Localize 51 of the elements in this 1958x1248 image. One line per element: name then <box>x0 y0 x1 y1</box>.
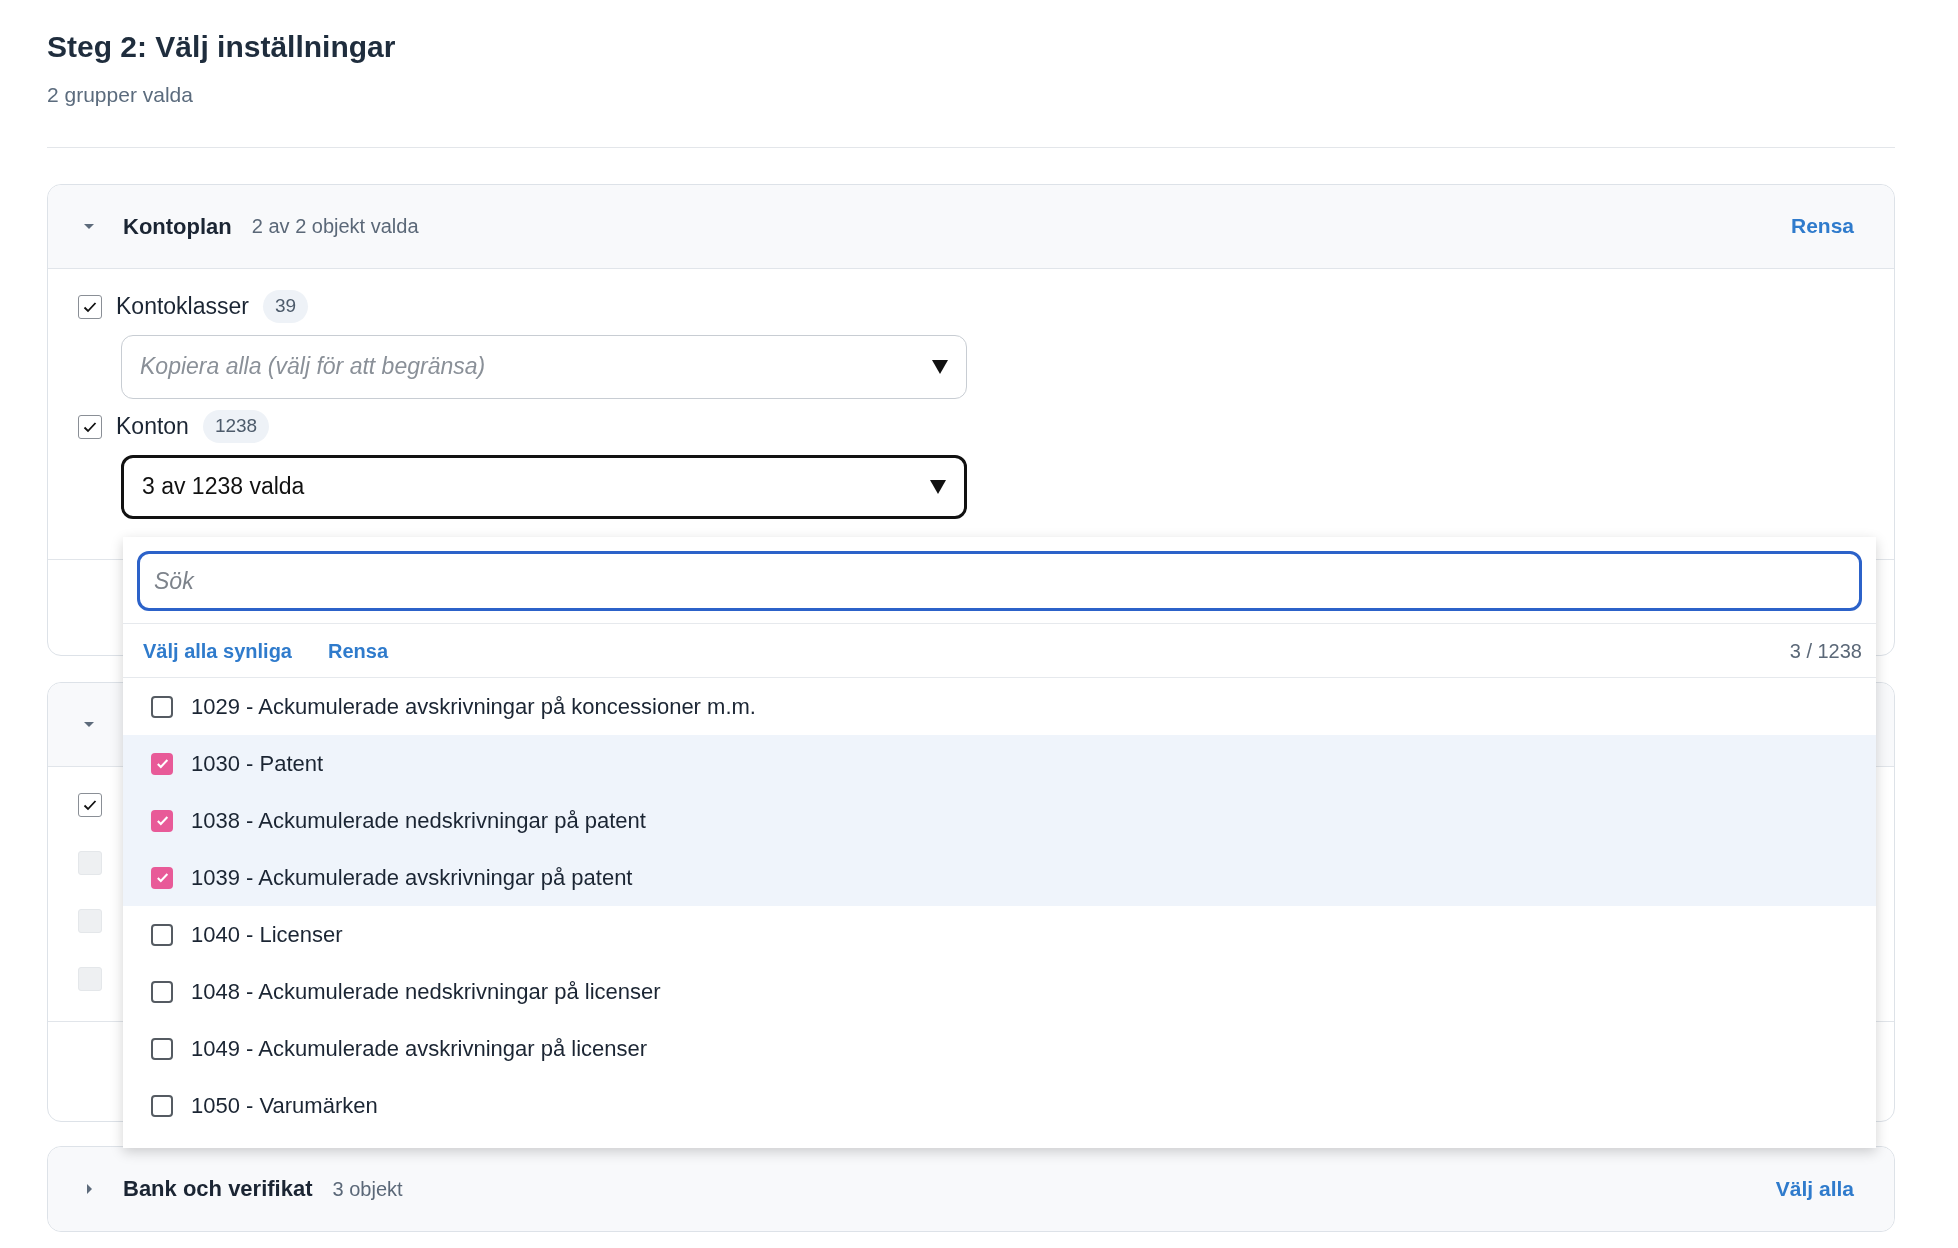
option-label: 1038 - Ackumulerade nedskrivningar på patent <box>191 807 646 835</box>
option-row[interactable]: 1029 - Ackumulerade avskrivningar på koncessioner m.m. <box>123 678 1876 735</box>
group-title: Bank och verifikat <box>123 1175 313 1203</box>
option-row[interactable]: 1049 - Ackumulerade avskrivningar på licenser <box>123 1020 1876 1077</box>
select-all-visible-link[interactable]: Välj alla synliga <box>143 635 292 666</box>
group-action-link[interactable]: Välj alla <box>1775 1172 1854 1205</box>
group-title: Kontoplan <box>123 212 232 241</box>
option-label: 1030 - Patent <box>191 750 324 778</box>
option-label: 1040 - Licenser <box>191 921 343 949</box>
checkbox[interactable] <box>151 695 173 718</box>
checkbox[interactable] <box>78 294 102 319</box>
option-label: 1050 - Varumärken <box>191 1092 378 1120</box>
group-summary: 3 objekt <box>332 1176 403 1202</box>
selection-counter: 3 / 1238 <box>1789 638 1862 664</box>
checkmark-icon <box>154 756 170 771</box>
checkbox[interactable] <box>78 414 102 439</box>
option-row[interactable]: 1040 - Licenser <box>123 906 1876 963</box>
option-row[interactable]: 1048 - Ackumulerade nedskrivningar på licenser <box>123 963 1876 1020</box>
checkbox[interactable] <box>151 923 173 946</box>
option-label: 1029 - Ackumulerade avskrivningar på koncessioner m.m. <box>191 693 756 721</box>
select-field[interactable]: 3 av 1238 valda <box>121 454 967 519</box>
option-row[interactable]: 1030 - Patent <box>123 735 1876 792</box>
checkbox[interactable] <box>151 980 173 1003</box>
checkbox[interactable] <box>151 866 173 889</box>
clear-link[interactable]: Rensa <box>327 635 388 666</box>
dropdown-triangle-icon <box>930 479 946 494</box>
option-label: 1049 - Ackumulerade avskrivningar på licenser <box>191 1035 648 1063</box>
checkbox[interactable] <box>151 1037 173 1060</box>
checkmark-icon <box>154 813 170 828</box>
checkbox[interactable] <box>151 752 173 775</box>
page-title: Steg 2: Välj inställningar <box>47 29 397 65</box>
group-header[interactable]: Kontoplan 2 av 2 objekt valda Rensa <box>48 184 1894 269</box>
dropdown-triangle-icon <box>932 359 948 374</box>
option-row[interactable]: 1050 - Varumärken <box>123 1077 1876 1134</box>
option-row[interactable]: 1038 - Ackumulerade nedskrivningar på patent <box>123 792 1876 849</box>
checkmark-icon <box>154 870 170 885</box>
checkbox[interactable] <box>78 792 102 817</box>
page-subtitle: 2 grupper valda <box>47 82 194 108</box>
checkbox[interactable] <box>151 809 173 832</box>
search-field[interactable]: Sök <box>137 551 1862 611</box>
option-label: Konton <box>116 412 189 442</box>
count-badge: 1238 <box>202 410 270 443</box>
group-action-link[interactable]: Rensa <box>1790 210 1854 242</box>
option-label: 1039 - Ackumulerade avskrivningar på patent <box>191 864 633 892</box>
group-header[interactable]: Bank och verifikat 3 objekt Välj alla <box>48 1146 1894 1231</box>
option-row[interactable]: 1039 - Ackumulerade avskrivningar på patent <box>123 849 1876 906</box>
option-label: Kontoklasser <box>116 292 249 322</box>
group-summary: 2 av 2 objekt valda <box>251 214 419 239</box>
count-badge: 39 <box>262 290 309 323</box>
checkbox[interactable] <box>151 1094 173 1117</box>
option-label: 1048 - Ackumulerade nedskrivningar på licenser <box>191 978 661 1006</box>
